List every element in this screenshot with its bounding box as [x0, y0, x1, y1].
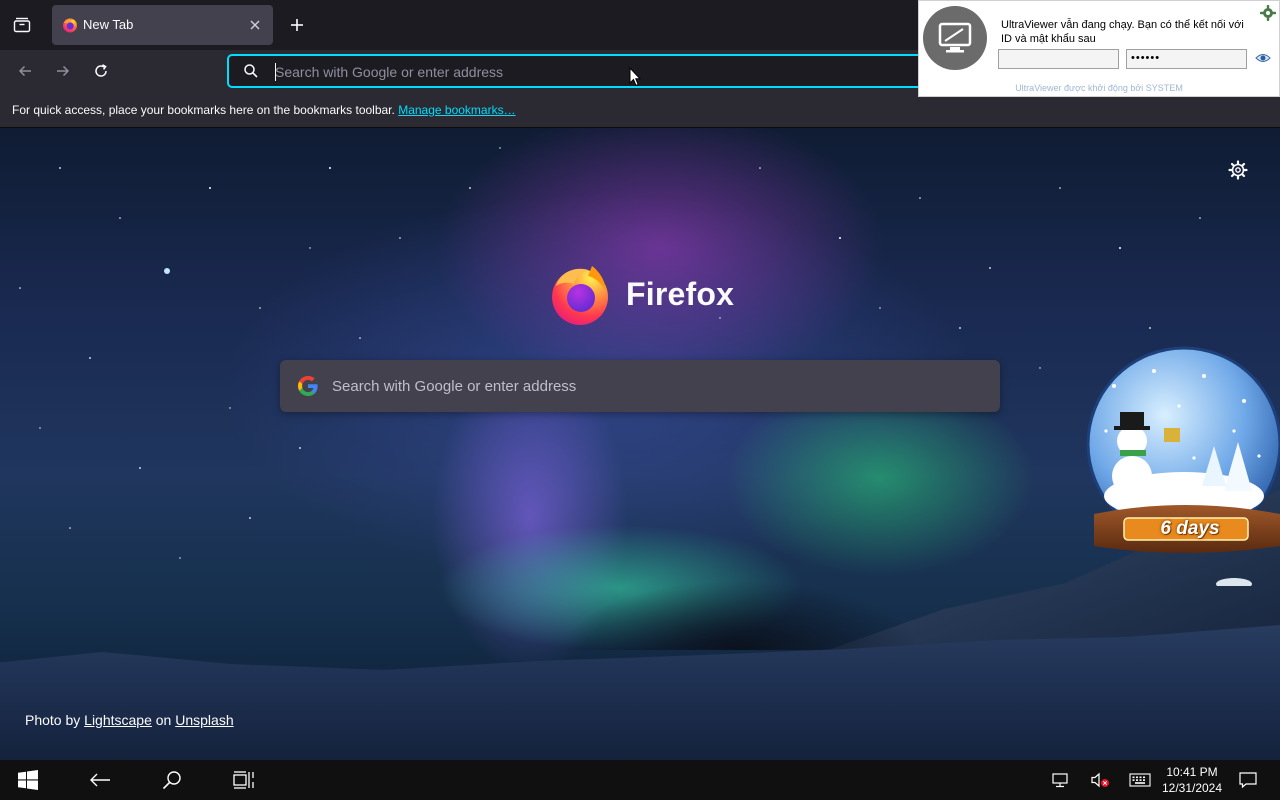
- google-icon: [298, 376, 318, 396]
- touch-keyboard-button[interactable]: [1124, 760, 1156, 800]
- monitor-icon: [938, 22, 972, 53]
- address-bar[interactable]: [227, 54, 927, 88]
- taskbar-clock[interactable]: 10:41 PM 12/31/2024: [1156, 764, 1228, 796]
- back-taskbar-button[interactable]: [76, 760, 124, 800]
- ultraviewer-password-field[interactable]: ••••••: [1126, 49, 1247, 69]
- search-icon: [244, 64, 258, 78]
- snow-globe-graphic: [1086, 346, 1280, 590]
- network-tray-button[interactable]: [1044, 760, 1076, 800]
- eye-icon[interactable]: [1255, 51, 1271, 65]
- forward-button[interactable]: [47, 55, 79, 87]
- tab-title: New Tab: [83, 17, 134, 32]
- credit-source-link[interactable]: Unsplash: [175, 712, 233, 728]
- start-button[interactable]: [4, 760, 52, 800]
- clock-date: 12/31/2024: [1161, 781, 1223, 795]
- tab-list-icon: [13, 17, 31, 33]
- search-icon: [162, 771, 181, 790]
- back-icon: [18, 65, 31, 77]
- back-icon: [90, 773, 110, 787]
- address-input[interactable]: [275, 61, 895, 83]
- gear-icon[interactable]: [1228, 160, 1248, 180]
- search-taskbar-button[interactable]: [148, 760, 196, 800]
- clock-time: 10:41 PM: [1166, 765, 1218, 779]
- plus-icon: [291, 19, 303, 31]
- notification-icon: [1239, 772, 1257, 788]
- firefox-brand: Firefox: [548, 262, 748, 326]
- network-icon: [1052, 773, 1068, 788]
- tab-close-button[interactable]: [245, 15, 265, 35]
- gear-icon[interactable]: [1260, 5, 1276, 21]
- bookmarks-toolbar: For quick access, place your bookmarks h…: [0, 92, 1280, 128]
- newtab-search-box[interactable]: [280, 360, 1000, 412]
- ultraviewer-id-field[interactable]: [998, 49, 1119, 69]
- volume-muted-icon: [1091, 772, 1109, 788]
- close-icon: [250, 20, 260, 30]
- text-caret: [275, 63, 276, 81]
- days-counter: 6 days: [1160, 518, 1220, 539]
- volume-tray-button[interactable]: [1084, 760, 1116, 800]
- tab-list-button[interactable]: [6, 9, 38, 41]
- new-tab-button[interactable]: [282, 10, 312, 40]
- ultraviewer-footer: UltraViewer được khởi động bởi SYSTEM: [1015, 83, 1183, 93]
- task-view-icon: [233, 771, 254, 789]
- snow-globe-widget[interactable]: 6 days: [1084, 346, 1280, 590]
- back-button[interactable]: [9, 55, 41, 87]
- manage-bookmarks-link[interactable]: Manage bookmarks…: [398, 103, 515, 117]
- windows-icon: [18, 770, 38, 790]
- keyboard-icon: [1129, 773, 1151, 787]
- ultraviewer-logo: [923, 6, 987, 70]
- action-center-button[interactable]: [1232, 760, 1264, 800]
- credit-author-link[interactable]: Lightscape: [84, 712, 152, 728]
- ultraviewer-message: UltraViewer vẫn đang chạy. Bạn có thể kế…: [1001, 19, 1244, 45]
- mouse-cursor-icon: [629, 67, 641, 87]
- bookmarks-hint: For quick access, place your bookmarks h…: [12, 103, 395, 117]
- new-tab-page: Firefox Search with Google or enter addr…: [0, 128, 1280, 760]
- windows-taskbar: 10:41 PM 12/31/2024: [0, 760, 1280, 800]
- reload-icon: [95, 64, 107, 77]
- forward-icon: [57, 65, 70, 77]
- brand-wordmark: Firefox: [626, 276, 735, 312]
- firefox-logo-icon: [552, 266, 608, 325]
- firefox-icon: [63, 18, 77, 33]
- tab-new-tab[interactable]: New Tab: [52, 5, 273, 45]
- credit-prefix: Photo by: [25, 712, 81, 728]
- task-view-button[interactable]: [220, 760, 268, 800]
- photo-credit: Photo by Lightscape on Unsplash: [25, 712, 234, 728]
- ultraviewer-popup[interactable]: UltraViewer vẫn đang chạy. Bạn có thể kế…: [918, 0, 1280, 97]
- credit-middle: on: [155, 712, 172, 728]
- reload-button[interactable]: [85, 55, 117, 87]
- newtab-search-input[interactable]: [332, 374, 972, 398]
- treeline-silhouette: [560, 580, 920, 650]
